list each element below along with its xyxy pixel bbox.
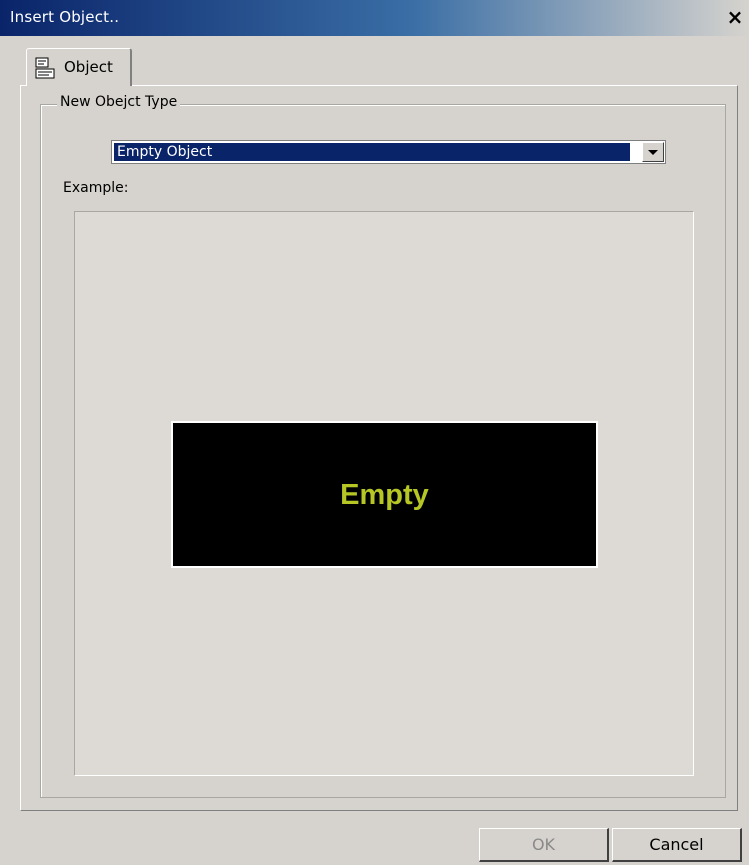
example-label: Example: [63,180,129,196]
object-type-select[interactable]: Empty Object [111,140,666,164]
group-legend: New Obejct Type [57,94,181,110]
chevron-down-icon[interactable] [642,142,664,162]
window-title: Insert Object.. [10,8,120,26]
insert-object-dialog: Insert Object.. × Object New Obejct Type… [0,0,749,865]
object-icon [35,57,55,79]
tab-object[interactable]: Object [26,48,132,86]
close-button[interactable]: × [724,4,746,30]
ok-button[interactable]: OK [479,828,609,862]
example-preview: Empty [171,421,598,568]
tab-object-label: Object [64,58,113,76]
cancel-button[interactable]: Cancel [612,828,742,862]
object-type-selected-value: Empty Object [114,143,630,161]
title-bar[interactable]: Insert Object.. × [0,0,749,36]
preview-text: Empty [340,479,429,511]
